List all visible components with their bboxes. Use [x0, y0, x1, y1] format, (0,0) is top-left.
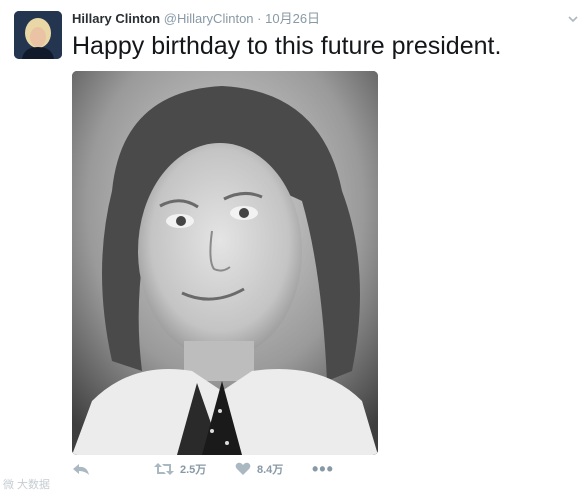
chevron-down-icon[interactable]: [567, 12, 579, 24]
retweet-icon: [154, 462, 174, 476]
heart-icon: [235, 462, 251, 476]
tweet-date[interactable]: 10月26日: [265, 11, 320, 26]
author-avatar[interactable]: [14, 11, 62, 59]
tweet-photo[interactable]: [72, 71, 378, 455]
tweet-card: Hillary Clinton @HillaryClinton · 10月26日…: [0, 0, 587, 497]
like-count: 8.4万: [257, 464, 284, 476]
retweet-count: 2.5万: [180, 464, 207, 476]
like-button[interactable]: 8.4万: [235, 458, 283, 480]
retweet-button[interactable]: 2.5万: [154, 458, 206, 480]
tweet-header: Hillary Clinton @HillaryClinton · 10月26日: [72, 11, 320, 27]
author-handle[interactable]: @HillaryClinton: [164, 11, 254, 26]
tweet-actions: 2.5万 8.4万 •••: [72, 458, 372, 480]
author-name[interactable]: Hillary Clinton: [72, 11, 160, 26]
tweet-text: Happy birthday to this future president.: [72, 32, 502, 60]
reply-icon: [72, 461, 90, 477]
more-options-button[interactable]: •••: [312, 458, 334, 480]
header-separator: ·: [257, 11, 262, 26]
reply-button[interactable]: [72, 458, 90, 480]
watermark: 微 大数据: [3, 479, 51, 491]
